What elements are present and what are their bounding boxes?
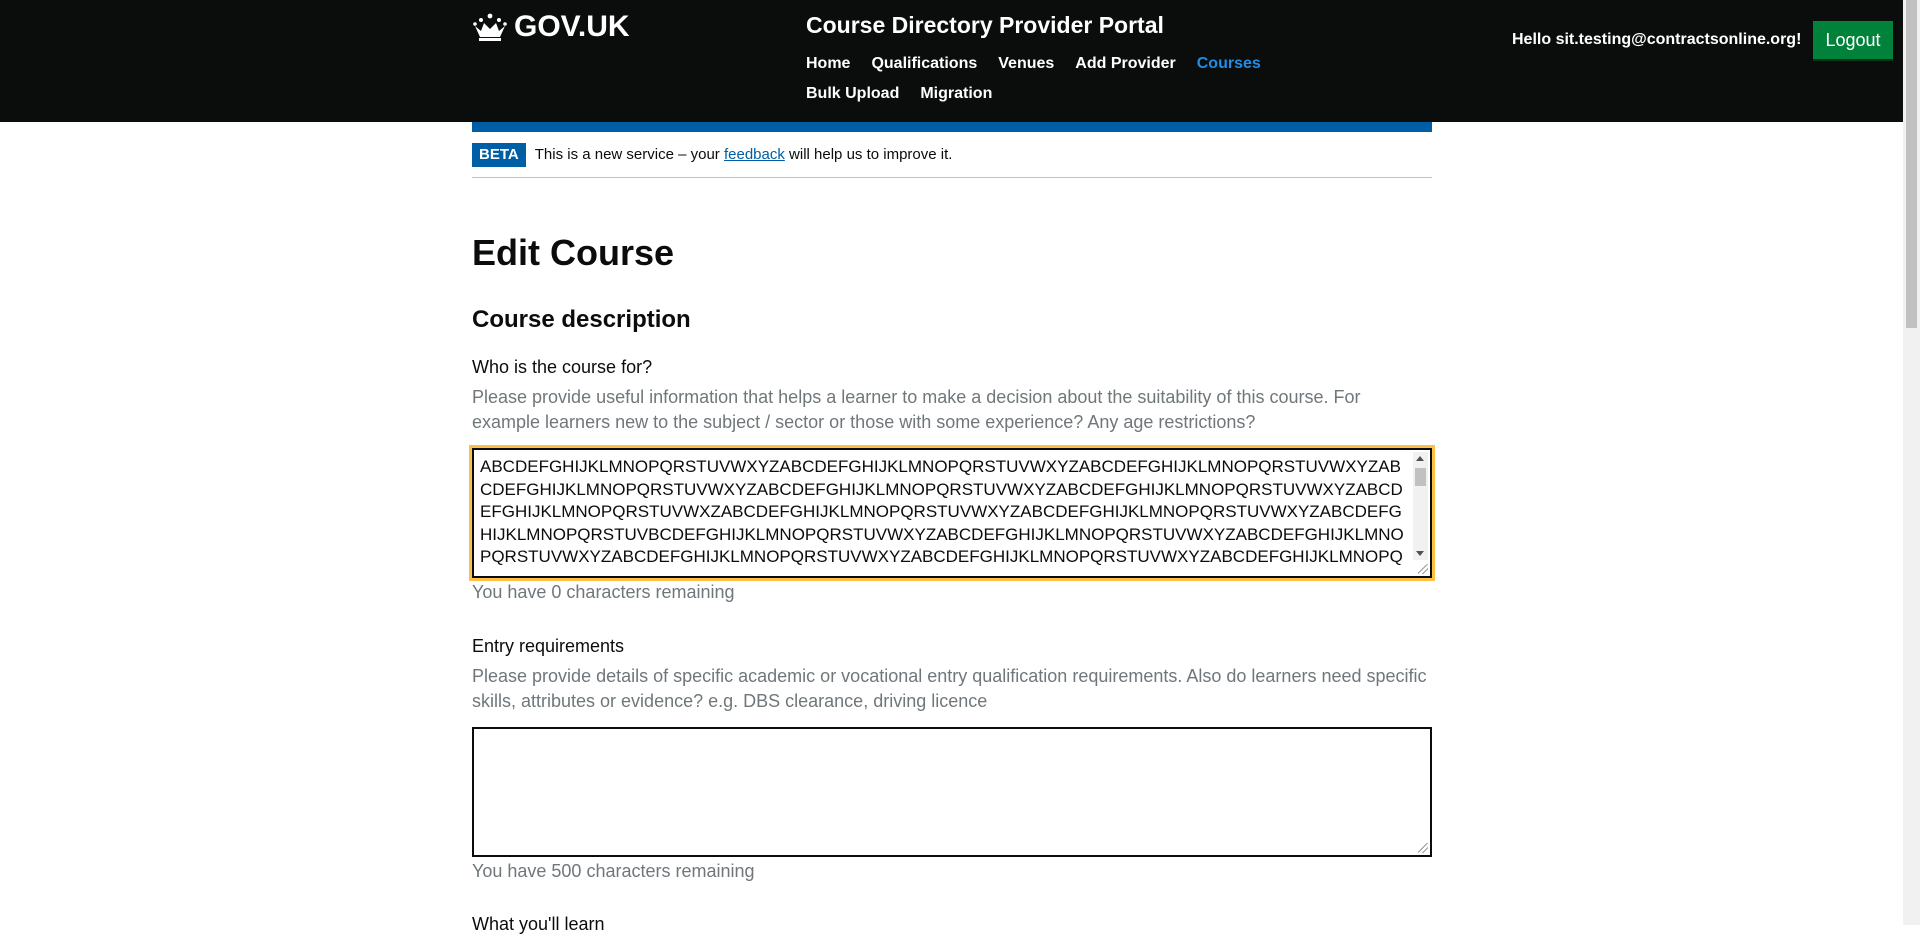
textarea-scrollbar[interactable] xyxy=(1413,452,1428,560)
nav-home[interactable]: Home xyxy=(806,54,850,74)
nav-migration[interactable]: Migration xyxy=(920,84,992,104)
who-for-textarea[interactable]: ABCDEFGHIJKLMNOPQRSTUVWXYZABCDEFGHIJKLMN… xyxy=(469,445,1435,581)
site-header: GOV.UK Course Directory Provider Portal … xyxy=(0,0,1903,122)
resize-handle-icon[interactable] xyxy=(1418,564,1428,574)
resize-handle-icon[interactable] xyxy=(1418,843,1428,853)
entry-requirements-counter: You have 500 characters remaining xyxy=(472,861,755,881)
who-for-hint: Please provide useful information that h… xyxy=(472,387,1361,432)
header-blue-bar xyxy=(472,122,1432,132)
section-title: Course description xyxy=(472,306,691,333)
page-scrollbar-thumb[interactable] xyxy=(1906,0,1917,328)
entry-requirements-textarea[interactable] xyxy=(472,727,1432,857)
beta-text-after: will help us to improve it. xyxy=(784,146,953,163)
scroll-up-arrow-icon[interactable] xyxy=(1416,456,1424,461)
main-nav: Home Qualifications Venues Add Provider … xyxy=(806,54,1366,104)
nav-courses[interactable]: Courses xyxy=(1197,54,1261,74)
entry-requirements-hint: Please provide details of specific acade… xyxy=(472,666,1427,711)
nav-venues[interactable]: Venues xyxy=(998,54,1054,74)
entry-requirements-label: Entry requirements xyxy=(472,636,625,656)
scrollbar-thumb[interactable] xyxy=(1415,468,1426,486)
page-title: Edit Course xyxy=(472,232,675,273)
nav-bulk-upload[interactable]: Bulk Upload xyxy=(806,84,899,104)
beta-text-before: This is a new service – your xyxy=(534,146,724,163)
who-for-counter: You have 0 characters remaining xyxy=(472,582,735,602)
beta-banner: BETA This is a new service – your feedba… xyxy=(472,143,1432,178)
nav-qualifications[interactable]: Qualifications xyxy=(871,54,977,74)
beta-tag: BETA xyxy=(472,143,526,167)
beta-text: This is a new service – your feedback wi… xyxy=(535,143,953,167)
who-for-textarea-value: ABCDEFGHIJKLMNOPQRSTUVWXYZABCDEFGHIJKLMN… xyxy=(480,457,1404,572)
govuk-logo-link[interactable]: GOV.UK xyxy=(472,10,630,44)
page-scrollbar[interactable] xyxy=(1903,0,1920,925)
who-for-label: Who is the course for? xyxy=(472,357,653,377)
user-greeting: Hello sit.testing@contractsonline.org! xyxy=(1512,31,1802,48)
service-name[interactable]: Course Directory Provider Portal xyxy=(806,12,1164,39)
scroll-down-arrow-icon[interactable] xyxy=(1416,551,1424,556)
logo-text: GOV.UK xyxy=(514,10,630,43)
entry-requirements-textarea-value xyxy=(480,735,1404,851)
feedback-link[interactable]: feedback xyxy=(724,146,785,163)
logout-button[interactable]: Logout xyxy=(1813,21,1893,59)
crown-icon xyxy=(473,13,507,41)
nav-add-provider[interactable]: Add Provider xyxy=(1075,54,1175,74)
